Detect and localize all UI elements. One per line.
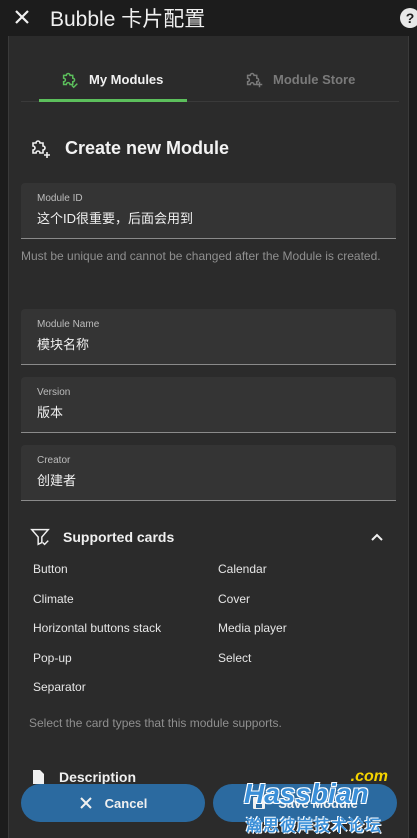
- supported-cards-title: Supported cards: [63, 529, 175, 545]
- puzzle-check-icon: [62, 72, 78, 89]
- config-panel: My Modules Module Store Create new Modul…: [8, 36, 409, 838]
- card-option[interactable]: Calendar: [218, 562, 267, 576]
- creator-field[interactable]: Creator 创建者: [21, 445, 396, 501]
- tab-module-store[interactable]: Module Store: [243, 56, 355, 102]
- module-id-value: 这个ID很重要，后面会用到: [37, 211, 194, 226]
- card-option[interactable]: Button: [33, 562, 68, 576]
- creator-label: Creator: [37, 455, 71, 466]
- description-title: Description: [59, 769, 137, 785]
- creator-value: 创建者: [37, 473, 77, 488]
- help-icon[interactable]: ?: [400, 8, 417, 28]
- top-bar: Bubble 卡片配置 ?: [0, 0, 417, 36]
- module-name-field[interactable]: Module Name 模块名称: [21, 309, 396, 365]
- create-module-title: Create new Module: [65, 137, 230, 158]
- version-label: Version: [37, 387, 71, 398]
- card-option[interactable]: Climate: [33, 592, 74, 606]
- close-button[interactable]: [10, 4, 34, 30]
- chevron-up-icon[interactable]: [369, 529, 385, 545]
- supported-cards-helper: Select the card types that this module s…: [29, 716, 282, 730]
- module-tabs: My Modules Module Store: [21, 56, 399, 102]
- save-module-button-label: Save Module: [278, 795, 358, 811]
- version-field[interactable]: Version 版本: [21, 377, 396, 433]
- tab-my-modules[interactable]: My Modules: [59, 56, 163, 102]
- close-icon: [79, 797, 92, 809]
- module-id-label: Module ID: [37, 193, 83, 204]
- module-name-value: 模块名称: [37, 337, 90, 352]
- puzzle-plus-icon: [246, 72, 263, 88]
- module-id-field[interactable]: Module ID 这个ID很重要，后面会用到: [21, 183, 396, 239]
- card-option[interactable]: Pop-up: [33, 651, 72, 665]
- page-title: Bubble 卡片配置: [50, 8, 206, 31]
- create-module-heading: Create new Module: [29, 136, 229, 160]
- card-option[interactable]: Separator: [33, 680, 86, 694]
- save-icon: [253, 797, 266, 809]
- cancel-button[interactable]: Cancel: [21, 784, 205, 822]
- cancel-button-label: Cancel: [104, 795, 148, 811]
- puzzle-plus-icon: [32, 140, 50, 158]
- module-id-helper: Must be unique and cannot be changed aft…: [21, 249, 381, 263]
- tab-my-modules-label: My Modules: [89, 71, 164, 87]
- close-icon: [15, 10, 29, 24]
- card-option[interactable]: Cover: [218, 592, 250, 606]
- card-option[interactable]: Select: [218, 651, 251, 665]
- tab-module-store-label: Module Store: [273, 71, 356, 87]
- card-option[interactable]: Media player: [218, 621, 287, 635]
- filter-check-icon: [30, 528, 50, 546]
- module-name-label: Module Name: [37, 319, 100, 330]
- card-option[interactable]: Horizontal buttons stack: [33, 621, 161, 635]
- supported-cards-header[interactable]: Supported cards: [29, 524, 399, 550]
- active-tab-indicator: [39, 99, 187, 102]
- version-value: 版本: [37, 405, 64, 420]
- save-module-button[interactable]: Save Module: [213, 784, 397, 822]
